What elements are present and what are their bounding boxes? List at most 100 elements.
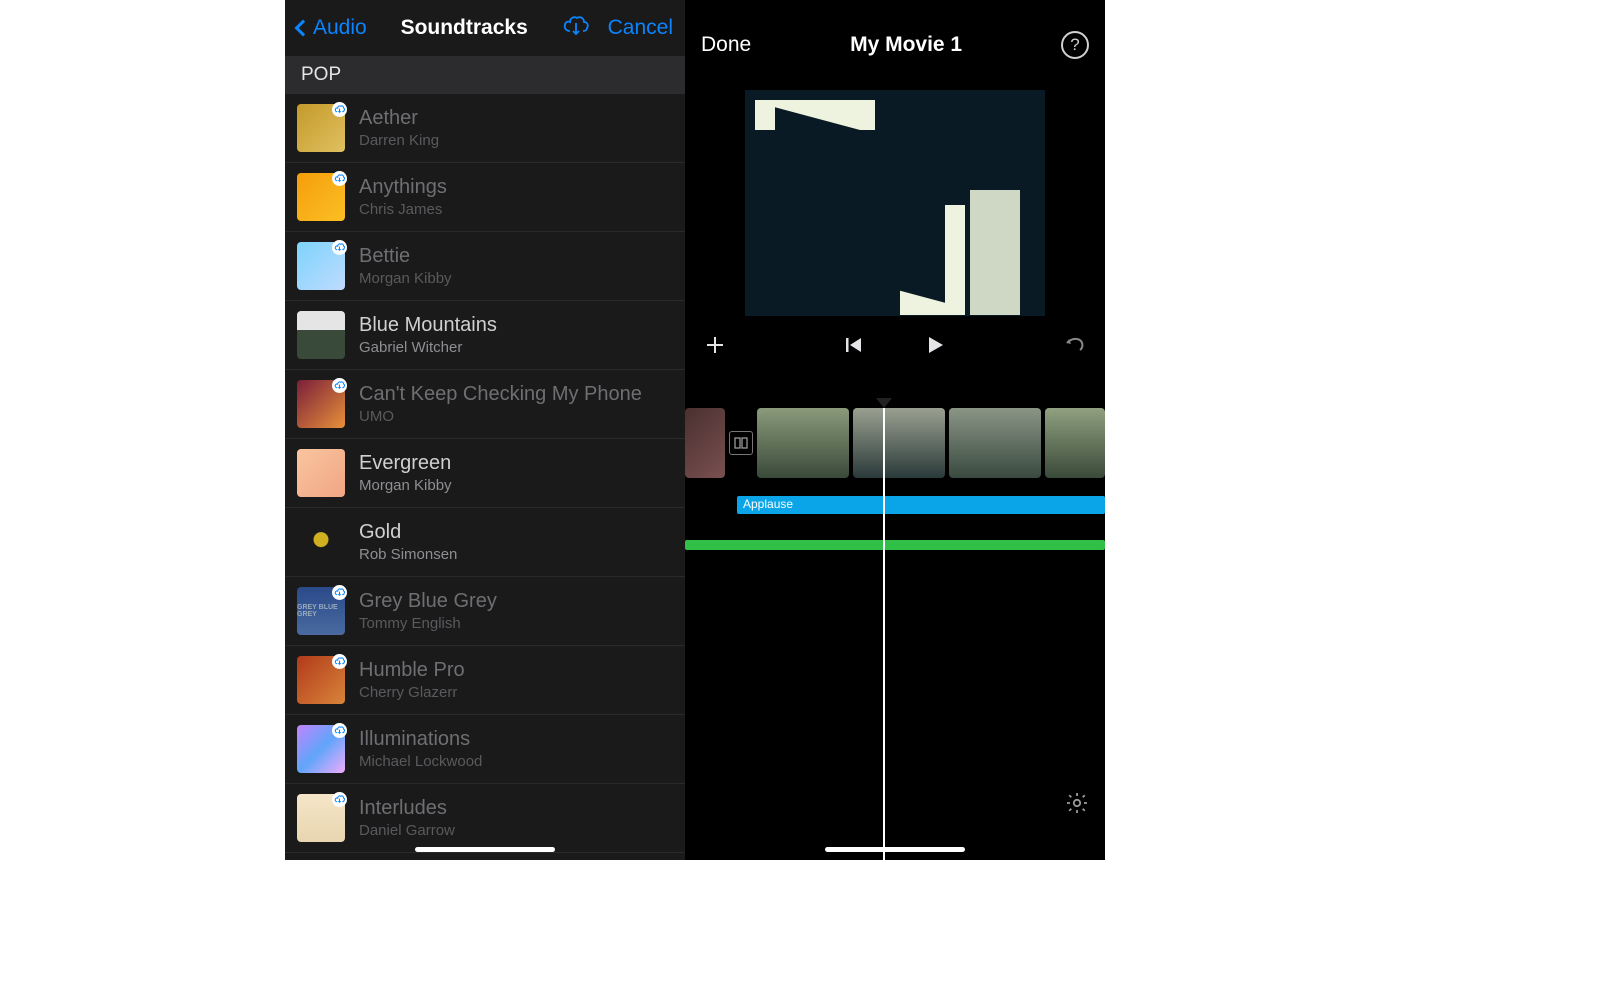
track-title: Gold: [359, 521, 457, 544]
nav-header: Audio Soundtracks Cancel: [285, 0, 685, 56]
nav-title: Soundtracks: [401, 16, 528, 40]
track-text: Blue Mountains Gabriel Witcher: [359, 314, 497, 356]
timeline[interactable]: Applause: [685, 408, 1105, 860]
track-text: Aether Darren King: [359, 107, 439, 149]
playhead[interactable]: [883, 408, 885, 860]
track-text: Interludes Daniel Garrow: [359, 797, 455, 839]
track-text: Grey Blue Grey Tommy English: [359, 590, 497, 632]
audio-clip-label: Applause: [743, 497, 793, 511]
album-cover: [297, 656, 345, 704]
track-title: Humble Pro: [359, 659, 465, 682]
track-row[interactable]: Blue Mountains Gabriel Witcher: [285, 301, 685, 370]
track-artist: Chris James: [359, 201, 447, 218]
play-button[interactable]: [924, 334, 946, 356]
track-text: Illuminations Michael Lockwood: [359, 728, 482, 770]
track-row[interactable]: Can't Keep Checking My Phone UMO: [285, 370, 685, 439]
track-row[interactable]: Bettie Morgan Kibby: [285, 232, 685, 301]
editor-panel: Done My Movie 1 ?: [685, 0, 1105, 860]
track-text: Can't Keep Checking My Phone UMO: [359, 383, 642, 425]
app-container: Audio Soundtracks Cancel POP Aether Darre…: [285, 0, 1105, 860]
cloud-badge-icon: [332, 723, 347, 738]
track-title: Illuminations: [359, 728, 482, 751]
track-artist: Morgan Kibby: [359, 477, 452, 494]
track-title: Grey Blue Grey: [359, 590, 497, 613]
album-cover: [297, 173, 345, 221]
audio-clip[interactable]: Applause: [737, 496, 1105, 514]
cloud-download-icon[interactable]: [562, 14, 590, 43]
track-list[interactable]: Aether Darren King AnythingsChris James Bet…: [285, 94, 685, 860]
track-title: Can't Keep Checking My Phone: [359, 383, 642, 406]
track-text: GoldRob Simonsen: [359, 521, 457, 563]
back-button[interactable]: Audio: [297, 16, 367, 40]
track-row[interactable]: AnythingsChris James: [285, 163, 685, 232]
home-indicator[interactable]: [415, 847, 555, 852]
cloud-badge-icon: [332, 378, 347, 393]
cloud-badge-icon: [332, 654, 347, 669]
clip[interactable]: [1045, 408, 1105, 478]
project-title: My Movie 1: [850, 33, 962, 57]
album-cover: GREY BLUE GREY: [297, 587, 345, 635]
section-header: POP: [285, 56, 685, 94]
track-title: Bettie: [359, 245, 452, 268]
help-button[interactable]: ?: [1061, 31, 1089, 59]
track-text: AnythingsChris James: [359, 176, 447, 218]
track-artist: Gabriel Witcher: [359, 339, 497, 356]
track-title: Blue Mountains: [359, 314, 497, 337]
track-row[interactable]: Interludes Daniel Garrow: [285, 784, 685, 853]
transition-icon[interactable]: [729, 431, 753, 455]
track-row[interactable]: Illuminations Michael Lockwood: [285, 715, 685, 784]
album-cover: [297, 794, 345, 842]
track-artist: UMO: [359, 408, 642, 425]
nav-right: Cancel: [562, 14, 673, 43]
soundtrack-panel: Audio Soundtracks Cancel POP Aether Darre…: [285, 0, 685, 860]
skip-back-button[interactable]: [844, 335, 864, 355]
music-track[interactable]: [685, 540, 1105, 550]
cloud-badge-icon: [332, 240, 347, 255]
album-cover: [297, 725, 345, 773]
track-title: Aether: [359, 107, 439, 130]
album-cover: [297, 104, 345, 152]
clip[interactable]: [853, 408, 945, 478]
track-artist: Daniel Garrow: [359, 822, 455, 839]
track-row[interactable]: It's a TripJoywave: [285, 853, 685, 860]
undo-button[interactable]: [1063, 333, 1087, 357]
track-text: Evergreen Morgan Kibby: [359, 452, 452, 494]
video-preview[interactable]: [745, 90, 1045, 316]
track-artist: Cherry Glazerr: [359, 684, 465, 701]
track-row[interactable]: Aether Darren King: [285, 94, 685, 163]
track-artist: Morgan Kibby: [359, 270, 452, 287]
album-cover: [297, 380, 345, 428]
track-artist: Tommy English: [359, 615, 497, 632]
home-indicator[interactable]: [825, 847, 965, 852]
add-media-button[interactable]: [703, 333, 727, 357]
cloud-badge-icon: [332, 171, 347, 186]
done-button[interactable]: Done: [701, 33, 751, 57]
clip[interactable]: [757, 408, 849, 478]
track-text: Humble Pro Cherry Glazerr: [359, 659, 465, 701]
clip[interactable]: [949, 408, 1041, 478]
album-cover: [297, 449, 345, 497]
settings-button[interactable]: [1065, 791, 1089, 820]
track-title: Evergreen: [359, 452, 452, 475]
track-row[interactable]: Humble Pro Cherry Glazerr: [285, 646, 685, 715]
cloud-badge-icon: [332, 792, 347, 807]
track-artist: Darren King: [359, 132, 439, 149]
chevron-left-icon: [295, 20, 312, 37]
cancel-button[interactable]: Cancel: [608, 16, 673, 40]
track-artist: Michael Lockwood: [359, 753, 482, 770]
back-label: Audio: [313, 16, 367, 40]
track-title: Interludes: [359, 797, 455, 820]
track-row[interactable]: GREY BLUE GREY Grey Blue Grey Tommy Englis…: [285, 577, 685, 646]
playhead-marker-icon: [876, 398, 892, 408]
track-text: Bettie Morgan Kibby: [359, 245, 452, 287]
track-row[interactable]: Evergreen Morgan Kibby: [285, 439, 685, 508]
album-cover: [297, 242, 345, 290]
editor-header: Done My Movie 1 ?: [685, 0, 1105, 90]
video-track[interactable]: [685, 408, 1105, 478]
cloud-badge-icon: [332, 102, 347, 117]
album-cover: [297, 518, 345, 566]
track-row[interactable]: GoldRob Simonsen: [285, 508, 685, 577]
playback-controls: [685, 322, 1105, 368]
album-cover: [297, 311, 345, 359]
clip[interactable]: [685, 408, 725, 478]
